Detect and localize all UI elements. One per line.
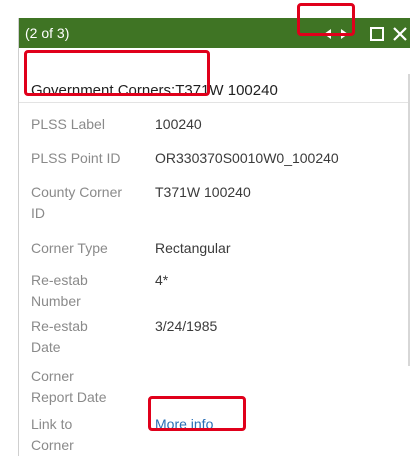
attribute-value: 3/24/1985 [155,318,218,334]
attribute-label: Re-estab Date [31,318,88,355]
close-icon[interactable] [391,25,409,43]
attribute-label: Corner Type [31,240,108,256]
attribute-label: Corner Report Date [31,368,107,405]
feature-counter: (2 of 3) [25,25,70,41]
attribute-value: 4* [155,272,169,288]
attribute-label: County Corner ID [31,184,123,221]
link-highlight-box [148,396,246,431]
attribute-value: Rectangular [155,240,231,256]
attribute-label: PLSS Label [31,116,105,132]
attribute-value: 100240 [155,116,202,132]
attribute-value: T371W 100240 [155,184,251,200]
attribute-value: OR330370S0010W0_100240 [155,150,339,166]
title-highlight-box [24,50,210,96]
maximize-icon[interactable] [369,26,385,42]
attribute-label: PLSS Point ID [31,150,121,166]
nav-highlight-box [297,3,355,36]
attribute-label: Re-estab Number [31,272,88,309]
attribute-label: Link to Corner Document [31,416,74,453]
